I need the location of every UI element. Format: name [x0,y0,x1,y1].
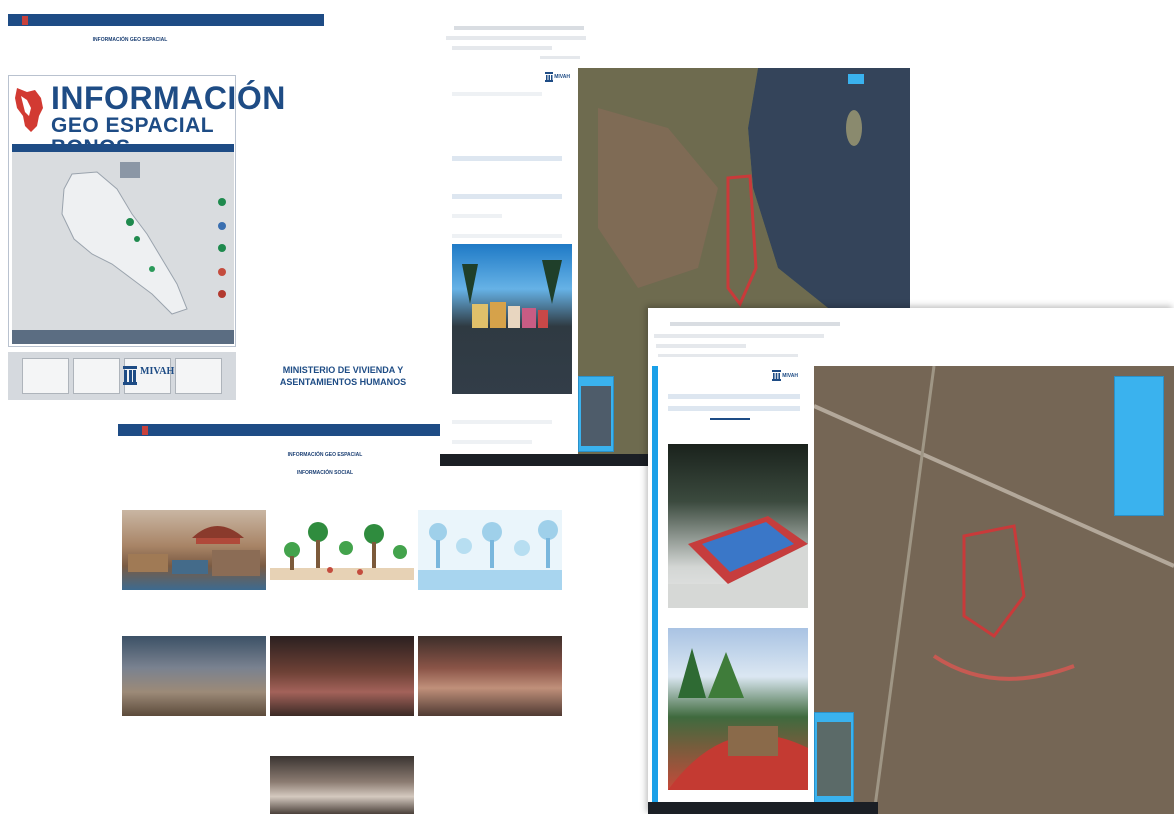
park-render [668,648,808,790]
screen1-subheading-link[interactable]: ​ [95,52,165,58]
screen3-map-toolbar [440,454,652,466]
costa-rica-outline-map [61,162,226,315]
screen3-info-panel: MIVAH [444,68,578,456]
card-image-houses[interactable]: ​ [122,636,266,716]
screen1-nav-item-active[interactable]: ​ [22,15,28,25]
screen4-satellite-map[interactable]: ​ ​ [814,366,1174,814]
screen2-nav-item[interactable]: ​ [122,426,128,435]
mivah-logo[interactable]: MIVAH [122,364,178,390]
project-subtitle [668,406,800,411]
mivah-logo[interactable]: MIVAH [772,370,798,381]
title-underline [710,418,750,420]
card-caption: ​ [122,596,266,601]
screen1-nav-item[interactable]: ​ [42,16,48,25]
ministry-name-line2: ASENTAMIENTOS HUMANOS [279,377,407,387]
info-text [452,234,562,238]
layers-panel-title: ​ [1115,377,1163,384]
card-caption: ​ [270,596,414,601]
ministry-name: MINISTERIO DE VIVIENDA Y ASENTAMIENTOS H… [268,364,418,388]
screen2-heading: INFORMACIÓN GEO ESPACIAL [287,452,363,458]
costa-rica-map-icon [15,88,43,132]
breadcrumb [452,46,552,50]
card-caption: ​ [270,724,414,729]
project-photo-illustration [462,260,562,328]
minimap-panel[interactable]: ​ [814,712,854,804]
mivah-columns-icon [772,370,782,381]
screen4-info-panel: MIVAH [652,366,812,806]
screen2-nav-item-active[interactable]: ​ [142,425,148,435]
screen4-map-viewer: MIVAH [648,308,1174,814]
mivah-logo-text: MIVAH [140,366,175,377]
thumbnail[interactable] [22,358,69,394]
minimap-image [581,386,611,446]
card-image-plaza[interactable]: ​ [122,510,266,590]
minimap-image [817,722,851,796]
banner-title-line1: INFORMACIÓN [51,80,286,116]
mivah-columns-icon [545,72,554,82]
screen3-browser-header [440,8,910,68]
thumbnail[interactable] [73,358,120,394]
info-text [452,214,502,218]
trees-blue-illustration [418,520,562,590]
thumbnail[interactable] [175,358,222,394]
screen2-subheading: INFORMACIÓN SOCIAL [296,470,354,476]
address-bar[interactable] [670,322,840,326]
card-caption: ​ [418,596,562,601]
tab-row[interactable] [446,36,586,40]
project-photo[interactable] [452,244,572,394]
screen2-nav-item[interactable]: ​ [162,426,168,435]
info-text [452,420,552,424]
screen1-nav-item[interactable]: ​ [82,16,88,25]
screen1-nav-item[interactable]: ​ [52,16,58,25]
tab-row[interactable] [654,334,824,338]
card-caption: ​ [418,724,562,729]
card-image-meeting[interactable]: ​ [270,636,414,716]
screen4-browser-header [648,308,1174,366]
address-bar[interactable] [454,26,584,30]
card-image-community[interactable]: ​ [418,636,562,716]
screen1-nav-bar: ​ ​ ​ ​ ​ ​ ​ ​ [8,14,324,26]
ministry-name-line1: MINISTERIO DE VIVIENDA Y [282,365,404,375]
minimap-panel[interactable]: ​ [578,376,614,452]
screen1-nav-item[interactable]: ​ [62,16,68,25]
screen4-map-toolbar [648,802,878,814]
map-caption-bar [12,330,234,344]
screen2-nav-item[interactable]: ​ [152,426,158,435]
mivah-logo-text: MIVAH [554,74,570,80]
bonos-map-preview[interactable] [12,144,234,344]
sports-court-render [668,516,808,608]
card-image-trees[interactable]: ​ [270,510,414,590]
layers-panel[interactable]: ​ [1114,376,1164,516]
card-caption: ​ [122,724,266,729]
screen1-nav-item[interactable]: ​ [12,16,18,25]
mivah-columns-icon [123,366,137,385]
project-render-photo-1[interactable] [668,444,808,608]
breadcrumb [656,344,746,348]
screen2-nav-bar: ​ ​ ​ ​ ​ ​ [118,424,440,436]
plaza-photo [128,526,260,576]
screen2-nav-item[interactable]: ​ [172,426,178,435]
screen1-nav-item[interactable]: ​ [72,16,78,25]
info-text [452,92,542,96]
card-image-trees-blue[interactable]: ​ [418,510,562,590]
toolbar-link[interactable] [658,354,798,357]
project-title [452,156,562,161]
screen2-nav-item[interactable]: ​ [132,426,138,435]
card-image-group[interactable] [270,756,414,814]
mivah-logo[interactable]: MIVAH [545,72,570,82]
project-render-photo-2[interactable] [668,628,808,790]
info-text [452,440,532,444]
project-title [668,394,800,399]
minimap-title: ​ [815,713,853,720]
project-location [452,194,562,199]
toolbar-link[interactable] [540,56,580,59]
screen1-heading: INFORMACIÓN GEO ESPACIAL [92,37,168,43]
trees-illustration [270,522,414,580]
screen1-nav-item[interactable]: ​ [32,16,38,25]
minimap-title: ​ [579,377,613,384]
bonos-banner-card[interactable]: INFORMACIÓN GEO ESPACIAL BONOS [8,75,285,347]
mivah-logo-text: MIVAH [782,372,798,379]
